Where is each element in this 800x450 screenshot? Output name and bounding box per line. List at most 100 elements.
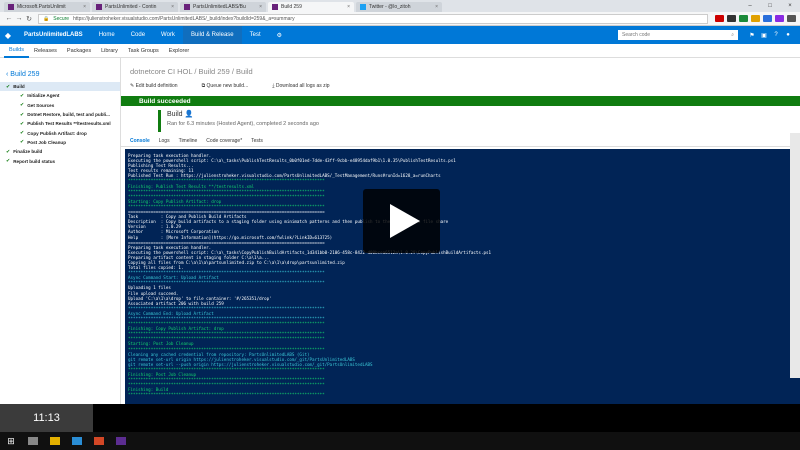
extension-icons bbox=[712, 15, 796, 22]
video-strip bbox=[0, 404, 800, 432]
download-logs-button[interactable]: ⤓ Download all logs as zip bbox=[272, 83, 341, 89]
subnav-library[interactable]: Library bbox=[96, 44, 123, 58]
browser-tab[interactable]: PartsUnlimitedLABS/Bu × bbox=[180, 2, 266, 12]
tab-code-coverage[interactable]: Code coverage* bbox=[206, 138, 242, 144]
hub-work[interactable]: Work bbox=[153, 26, 183, 44]
sub-navigation: Builds Releases Packages Library Task Gr… bbox=[0, 44, 800, 58]
tab-console[interactable]: Console bbox=[130, 138, 150, 144]
close-icon[interactable]: × bbox=[347, 4, 350, 10]
success-check-icon: ✔ bbox=[6, 148, 11, 155]
scrollbar[interactable] bbox=[790, 133, 800, 378]
subnav-releases[interactable]: Releases bbox=[29, 44, 62, 58]
browser-tab[interactable]: Twitter - @lo_zitoh × bbox=[356, 2, 442, 12]
success-check-icon: ✔ bbox=[20, 139, 25, 146]
subnav-builds[interactable]: Builds bbox=[4, 44, 29, 58]
taskbar-app-icon[interactable] bbox=[66, 432, 88, 450]
subnav-packages[interactable]: Packages bbox=[62, 44, 96, 58]
taskbar-app-icon[interactable] bbox=[110, 432, 132, 450]
search-input[interactable]: Search code ⌕ bbox=[618, 30, 738, 40]
windows-start-icon[interactable]: ⊞ bbox=[0, 436, 22, 447]
flag-icon[interactable]: ⚑ bbox=[746, 32, 758, 39]
play-button[interactable] bbox=[363, 189, 440, 253]
edit-definition-button[interactable]: ✎ Edit build definition bbox=[130, 83, 190, 89]
sidebar-item[interactable]: ✔ Get Sources bbox=[0, 101, 120, 110]
close-window-icon[interactable]: × bbox=[780, 3, 800, 9]
settings-icon[interactable]: ⚙ bbox=[269, 26, 290, 44]
back-icon[interactable]: ← bbox=[4, 15, 14, 22]
favicon-icon bbox=[96, 4, 102, 10]
video-time: 11:13 bbox=[0, 404, 93, 432]
taskbar-app-icon[interactable] bbox=[22, 432, 44, 450]
success-check-icon: ✔ bbox=[6, 83, 11, 90]
lock-icon: 🔒 bbox=[43, 15, 50, 22]
status-text: Build succeeded bbox=[139, 97, 191, 105]
status-banner: Build succeeded bbox=[121, 96, 800, 106]
hub-test[interactable]: Test bbox=[242, 26, 269, 44]
extension-icon[interactable] bbox=[739, 15, 748, 22]
sidebar-item[interactable]: ✔ Report build status bbox=[0, 156, 120, 165]
favicon-icon bbox=[272, 4, 278, 10]
tab-logs[interactable]: Logs bbox=[159, 138, 170, 144]
close-icon[interactable]: × bbox=[259, 4, 262, 10]
taskbar: ⊞ bbox=[0, 432, 800, 450]
sidebar-item[interactable]: ✔ Publish Test Results **/testresults.xml bbox=[0, 119, 120, 128]
sidebar-item-label: Publish Test Results **/testresults.xml bbox=[27, 121, 111, 127]
visual-studio-icon[interactable]: ◆ bbox=[0, 26, 16, 44]
project-name[interactable]: PartsUnlimitedLABS bbox=[16, 32, 91, 38]
minimize-icon[interactable]: – bbox=[740, 3, 760, 9]
success-check-icon: ✔ bbox=[20, 130, 25, 137]
browser-tab[interactable]: PartsUnlimited - Contin × bbox=[92, 2, 178, 12]
top-navigation: ◆ PartsUnlimitedLABS Home Code Work Buil… bbox=[0, 26, 800, 44]
close-icon[interactable]: × bbox=[171, 4, 174, 10]
sidebar-item[interactable]: ✔ Finalize build bbox=[0, 147, 120, 156]
browser-tab[interactable]: Microsoft.PartsUnlimit × bbox=[4, 2, 90, 12]
favicon-icon bbox=[8, 4, 14, 10]
sidebar-item[interactable]: ✔ Initialize Agent bbox=[0, 91, 120, 100]
hub-code[interactable]: Code bbox=[123, 26, 153, 44]
close-icon[interactable]: × bbox=[83, 4, 86, 10]
tab-tests[interactable]: Tests bbox=[251, 138, 263, 144]
sidebar-item[interactable]: ✔ Dotnet Restore, build, test and publi..… bbox=[0, 110, 120, 119]
menu-icon[interactable] bbox=[787, 15, 796, 22]
sidebar-item[interactable]: ✔ Build bbox=[0, 82, 120, 92]
reload-icon[interactable]: ↻ bbox=[24, 15, 34, 23]
sidebar-item[interactable]: ✔ Copy Publish Artifact: drop bbox=[0, 128, 120, 137]
close-icon[interactable]: × bbox=[435, 4, 438, 10]
user-avatar-icon[interactable]: ● bbox=[782, 32, 794, 39]
top-icons: ⚑ ▣ ? ● bbox=[746, 32, 794, 39]
taskbar-app-icon[interactable] bbox=[88, 432, 110, 450]
subnav-explorer[interactable]: Explorer bbox=[164, 44, 194, 58]
url-field[interactable]: 🔒 Secure https://julienstroheker.visuals… bbox=[38, 13, 708, 24]
extension-icon[interactable] bbox=[775, 15, 784, 22]
queue-build-button[interactable]: ⧉ Queue new build... bbox=[202, 83, 261, 89]
extension-icon[interactable] bbox=[751, 15, 760, 22]
forward-icon[interactable]: → bbox=[14, 15, 24, 22]
extension-icon[interactable] bbox=[727, 15, 736, 22]
maximize-icon[interactable]: □ bbox=[760, 3, 780, 9]
breadcrumb[interactable]: dotnetcore CI HOL / Build 259 / Build bbox=[130, 67, 253, 76]
sidebar-title[interactable]: ‹ Build 259 bbox=[0, 58, 120, 82]
taskbar-app-icon[interactable] bbox=[44, 432, 66, 450]
console-output[interactable]: Preparing task execution handler. Executi… bbox=[125, 149, 800, 432]
sidebar-item[interactable]: ✔ Post Job Cleanup bbox=[0, 138, 120, 147]
person-icon: 👤 bbox=[184, 111, 194, 118]
tab-timeline[interactable]: Timeline bbox=[179, 138, 198, 144]
address-bar: ← → ↻ 🔒 Secure https://julienstroheker.v… bbox=[0, 12, 800, 26]
sidebar-item-label: Copy Publish Artifact: drop bbox=[27, 130, 87, 136]
bag-icon[interactable]: ▣ bbox=[758, 32, 770, 39]
browser-tab-strip: Microsoft.PartsUnlimit × PartsUnlimited -… bbox=[0, 0, 800, 12]
success-check-icon: ✔ bbox=[6, 158, 11, 165]
extension-icon[interactable] bbox=[715, 15, 724, 22]
main-content: dotnetcore CI HOL / Build 259 / Build ✎ … bbox=[121, 58, 800, 432]
hub-home[interactable]: Home bbox=[91, 26, 123, 44]
extension-icon[interactable] bbox=[763, 15, 772, 22]
success-check-icon: ✔ bbox=[20, 102, 25, 109]
success-check-icon: ✔ bbox=[20, 111, 25, 118]
console-tabs: Console Logs Timeline Code coverage* Tes… bbox=[121, 135, 800, 147]
hub-build-release[interactable]: Build & Release bbox=[182, 26, 242, 44]
help-icon[interactable]: ? bbox=[770, 32, 782, 39]
subnav-task-groups[interactable]: Task Groups bbox=[123, 44, 164, 58]
sidebar-item-label: Get Sources bbox=[27, 102, 55, 108]
twitter-icon bbox=[360, 4, 366, 10]
browser-tab-active[interactable]: Build 259 × bbox=[268, 2, 354, 12]
